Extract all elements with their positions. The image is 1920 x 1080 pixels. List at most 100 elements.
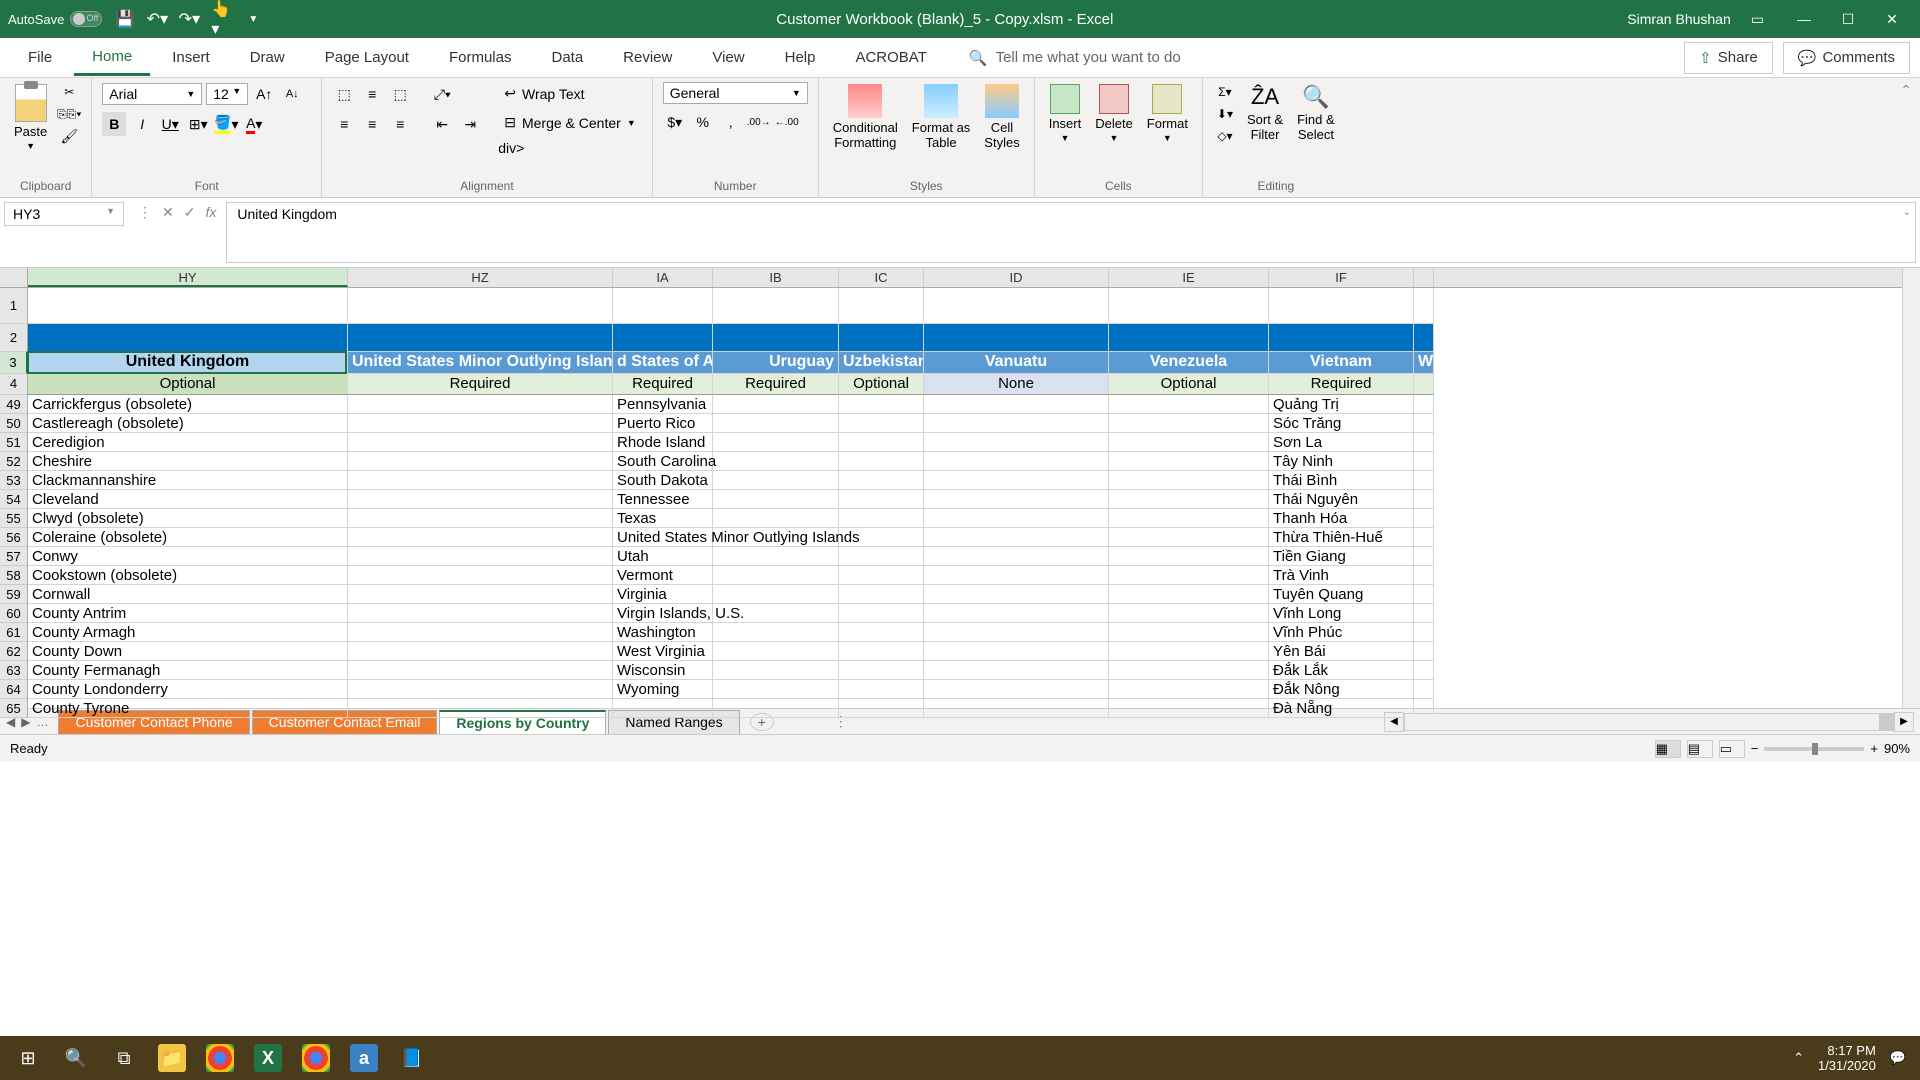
increase-indent-button[interactable]: ⇥ — [458, 112, 482, 136]
col-header[interactable]: IB — [713, 268, 839, 287]
cell[interactable] — [713, 623, 839, 642]
fx-icon[interactable]: fx — [205, 204, 216, 220]
tab-page-layout[interactable]: Page Layout — [307, 41, 427, 74]
col-header[interactable]: HZ — [348, 268, 613, 287]
find-select-button[interactable]: 🔍Find & Select — [1293, 82, 1339, 144]
cell[interactable] — [1414, 623, 1434, 642]
cell[interactable] — [348, 324, 613, 352]
cell[interactable]: County Londonderry — [28, 680, 348, 699]
align-top-button[interactable]: ⬚ — [332, 82, 356, 106]
cell[interactable] — [1109, 452, 1269, 471]
cell[interactable]: Wa — [1414, 352, 1434, 374]
cell[interactable]: Cheshire — [28, 452, 348, 471]
excel-button[interactable]: X — [244, 1038, 292, 1078]
cell[interactable] — [1109, 680, 1269, 699]
cell[interactable] — [924, 566, 1109, 585]
cell[interactable] — [1109, 642, 1269, 661]
cell[interactable] — [1109, 471, 1269, 490]
cancel-icon[interactable]: ✕ — [162, 204, 174, 221]
font-size-select[interactable]: 12▼ — [206, 83, 248, 105]
share-button[interactable]: ⇧Share — [1684, 42, 1773, 74]
maximize-button[interactable]: ☐ — [1828, 4, 1868, 34]
hscroll-track[interactable] — [1404, 713, 1894, 731]
cell[interactable] — [348, 699, 613, 718]
cell[interactable] — [348, 528, 613, 547]
cell[interactable]: United States Minor Outlying Islands — [613, 528, 713, 547]
cell[interactable]: Đắk Nông — [1269, 680, 1414, 699]
cell[interactable] — [924, 585, 1109, 604]
cell[interactable] — [1109, 604, 1269, 623]
cell[interactable] — [1414, 433, 1434, 452]
cell[interactable] — [348, 395, 613, 414]
cell[interactable] — [839, 699, 924, 718]
cell[interactable] — [924, 288, 1109, 324]
cell[interactable]: Cookstown (obsolete) — [28, 566, 348, 585]
cell[interactable]: Vermont — [613, 566, 713, 585]
cell[interactable] — [924, 452, 1109, 471]
cell[interactable] — [1109, 509, 1269, 528]
cell[interactable] — [924, 680, 1109, 699]
tab-formulas[interactable]: Formulas — [431, 41, 530, 74]
collapse-ribbon-icon[interactable]: ⌃ — [1900, 82, 1912, 99]
cell[interactable] — [613, 288, 713, 324]
cell[interactable] — [713, 566, 839, 585]
cell[interactable] — [348, 604, 613, 623]
col-header[interactable]: IA — [613, 268, 713, 287]
comments-button[interactable]: 💬Comments — [1783, 42, 1910, 74]
row-header[interactable]: 60 — [0, 604, 28, 623]
hscroll-thumb[interactable] — [1879, 714, 1893, 730]
row-header[interactable]: 54 — [0, 490, 28, 509]
cell[interactable]: Washington — [613, 623, 713, 642]
cell[interactable] — [1414, 490, 1434, 509]
cell[interactable] — [1414, 324, 1434, 352]
tab-review[interactable]: Review — [605, 41, 690, 74]
cell[interactable]: South Dakota — [613, 471, 713, 490]
cell[interactable] — [924, 414, 1109, 433]
cell[interactable]: Conwy — [28, 547, 348, 566]
comma-button[interactable]: , — [719, 110, 743, 134]
cell[interactable]: Yên Bái — [1269, 642, 1414, 661]
cell[interactable] — [713, 642, 839, 661]
page-layout-view-button[interactable]: ▤ — [1687, 740, 1713, 758]
cell[interactable]: United States Minor Outlying Islands — [348, 352, 613, 374]
cell[interactable] — [839, 661, 924, 680]
cell[interactable]: Texas — [613, 509, 713, 528]
cell[interactable] — [348, 566, 613, 585]
cell[interactable] — [1414, 566, 1434, 585]
col-header[interactable]: IE — [1109, 268, 1269, 287]
cell[interactable] — [713, 414, 839, 433]
cell[interactable] — [348, 661, 613, 680]
cell[interactable] — [613, 699, 713, 718]
cell[interactable] — [1109, 585, 1269, 604]
bold-button[interactable]: B — [102, 112, 126, 136]
autosum-button[interactable]: Σ▾ — [1213, 82, 1237, 102]
cell[interactable]: Tennessee — [613, 490, 713, 509]
font-color-button[interactable]: A▾ — [242, 112, 266, 136]
tab-data[interactable]: Data — [533, 41, 601, 74]
col-header[interactable]: HY — [28, 268, 348, 287]
cell[interactable]: Thừa Thiên-Huế — [1269, 528, 1414, 547]
cell[interactable] — [1109, 395, 1269, 414]
tell-me-search[interactable]: 🔍 Tell me what you want to do — [969, 49, 1181, 67]
toggle-switch[interactable]: Off — [70, 11, 102, 27]
cell[interactable] — [1269, 288, 1414, 324]
cell[interactable] — [1414, 642, 1434, 661]
cell[interactable] — [348, 623, 613, 642]
cell[interactable] — [924, 509, 1109, 528]
row-header[interactable]: 51 — [0, 433, 28, 452]
cell[interactable]: Virginia — [613, 585, 713, 604]
decrease-decimal-button[interactable]: ←.00 — [775, 110, 799, 134]
align-right-button[interactable]: ≡ — [388, 112, 412, 136]
cell[interactable] — [348, 547, 613, 566]
spreadsheet-grid[interactable]: HY HZ IA IB IC ID IE IF 1 2 3 United Kin… — [0, 268, 1920, 708]
cell[interactable]: Clackmannanshire — [28, 471, 348, 490]
row-header[interactable]: 49 — [0, 395, 28, 414]
cell[interactable]: Sóc Trăng — [1269, 414, 1414, 433]
copy-button[interactable]: ⎘▾ — [57, 104, 81, 124]
page-break-view-button[interactable]: ▭ — [1719, 740, 1745, 758]
cell[interactable] — [924, 471, 1109, 490]
cell[interactable]: Puerto Rico — [613, 414, 713, 433]
row-header[interactable]: 1 — [0, 288, 28, 324]
cell[interactable] — [348, 680, 613, 699]
cell[interactable]: Ceredigion — [28, 433, 348, 452]
